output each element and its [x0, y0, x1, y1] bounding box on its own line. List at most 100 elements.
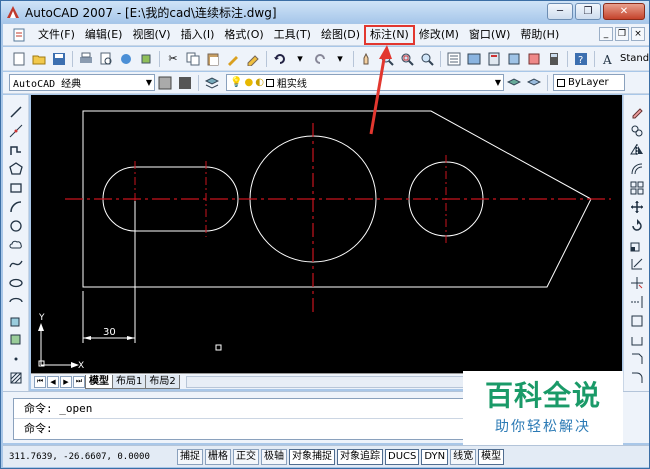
match-properties-icon[interactable] — [225, 51, 241, 67]
polyline-icon[interactable] — [7, 141, 25, 158]
layer-manager-icon[interactable] — [204, 75, 220, 91]
document-icon[interactable] — [11, 27, 27, 43]
command-prompt[interactable]: 命令: — [14, 418, 464, 437]
erase-icon[interactable] — [628, 103, 646, 120]
tab-layout1[interactable]: 布局1 — [112, 374, 147, 389]
ellipse-arc-icon[interactable] — [7, 293, 25, 310]
osnap-toggle[interactable]: 对象捕捉 — [289, 448, 335, 465]
drawing-minimize-button[interactable]: _ — [599, 27, 613, 41]
redo-icon[interactable] — [312, 51, 328, 67]
zoom-previous-icon[interactable] — [419, 51, 435, 67]
construction-line-icon[interactable] — [7, 122, 25, 139]
design-center-icon[interactable] — [466, 51, 482, 67]
text-style-combo[interactable]: Stand — [620, 53, 649, 64]
minimize-button[interactable]: ─ — [547, 3, 573, 20]
block-editor-icon[interactable] — [245, 51, 261, 67]
menu-window[interactable]: 窗口(W) — [464, 26, 515, 44]
workspace-settings-icon[interactable] — [157, 75, 173, 91]
text-style-icon[interactable]: A — [600, 51, 616, 67]
polar-toggle[interactable]: 极轴 — [261, 448, 287, 465]
chamfer-icon[interactable] — [628, 350, 646, 367]
menu-modify[interactable]: 修改(M) — [414, 26, 464, 44]
3d-dwf-icon[interactable] — [138, 51, 154, 67]
zoom-realtime-icon[interactable] — [379, 51, 395, 67]
arc-icon[interactable] — [7, 198, 25, 215]
trim-icon[interactable] — [628, 274, 646, 291]
last-tab-icon[interactable]: ⏭ — [73, 375, 85, 388]
markup-set-icon[interactable] — [526, 51, 542, 67]
copy-icon[interactable] — [185, 51, 201, 67]
otrack-toggle[interactable]: 对象追踪 — [337, 448, 383, 465]
extend-icon[interactable] — [628, 293, 646, 310]
layer-combo[interactable]: 💡 ● ◐ 粗实线 ▼ — [226, 74, 504, 91]
command-window[interactable]: 命令: _open 命令: — [13, 398, 465, 440]
paste-icon[interactable] — [205, 51, 221, 67]
fillet-icon[interactable] — [628, 369, 646, 386]
spline-icon[interactable] — [7, 255, 25, 272]
close-button[interactable]: ✕ — [603, 3, 645, 20]
offset-icon[interactable] — [628, 160, 646, 177]
mirror-icon[interactable] — [628, 141, 646, 158]
help-icon[interactable]: ? — [573, 51, 589, 67]
sheet-set-icon[interactable] — [506, 51, 522, 67]
menu-insert[interactable]: 插入(I) — [176, 26, 220, 44]
new-file-icon[interactable] — [11, 51, 27, 67]
make-block-icon[interactable] — [7, 331, 25, 348]
restore-button[interactable]: ❐ — [575, 3, 601, 20]
first-tab-icon[interactable]: ⏮ — [34, 375, 46, 388]
tab-model[interactable]: 模型 — [85, 374, 113, 389]
pan-icon[interactable] — [359, 51, 375, 67]
previous-tab-icon[interactable]: ◀ — [47, 375, 59, 388]
cut-icon[interactable]: ✂ — [165, 51, 181, 67]
lineweight-toggle[interactable]: 线宽 — [450, 448, 477, 465]
print-preview-icon[interactable] — [98, 51, 114, 67]
rectangle-icon[interactable] — [7, 179, 25, 196]
menu-help[interactable]: 帮助(H) — [515, 26, 564, 44]
calculator-icon[interactable] — [546, 51, 562, 67]
snap-toggle[interactable]: 捕捉 — [177, 448, 203, 465]
tool-palettes-icon[interactable] — [486, 51, 502, 67]
workspace-combo[interactable]: AutoCAD 经典 ▼ — [9, 74, 155, 91]
layer-previous-icon[interactable] — [526, 75, 542, 91]
move-icon[interactable] — [628, 198, 646, 215]
menu-format[interactable]: 格式(O) — [219, 26, 268, 44]
stretch-icon[interactable] — [628, 255, 646, 272]
menu-edit[interactable]: 编辑(E) — [80, 26, 128, 44]
undo-dropdown-icon[interactable]: ▾ — [292, 51, 308, 67]
rotate-icon[interactable] — [628, 217, 646, 234]
ortho-toggle[interactable]: 正交 — [233, 448, 259, 465]
ellipse-icon[interactable] — [7, 274, 25, 291]
drawing-restore-button[interactable]: ❐ — [615, 27, 629, 41]
grid-toggle[interactable]: 栅格 — [205, 448, 231, 465]
save-icon[interactable] — [51, 51, 67, 67]
array-icon[interactable] — [628, 179, 646, 196]
undo-icon[interactable] — [272, 51, 288, 67]
drawing-close-button[interactable]: × — [631, 27, 645, 41]
color-combo[interactable]: ByLayer — [553, 74, 625, 91]
menu-view[interactable]: 视图(V) — [127, 26, 175, 44]
menu-file[interactable]: 文件(F) — [33, 26, 80, 44]
open-folder-icon[interactable] — [31, 51, 47, 67]
make-current-layer-icon[interactable] — [506, 75, 522, 91]
polygon-icon[interactable] — [7, 160, 25, 177]
model-toggle[interactable]: 模型 — [478, 448, 505, 465]
redo-dropdown-icon[interactable]: ▾ — [332, 51, 348, 67]
break-icon[interactable] — [628, 312, 646, 329]
dyn-toggle[interactable]: DYN — [421, 448, 449, 465]
workspace-save-icon[interactable] — [177, 75, 193, 91]
scale-icon[interactable] — [628, 236, 646, 253]
drawing-canvas[interactable]: 30 Y X — [31, 95, 622, 373]
point-icon[interactable] — [7, 350, 25, 367]
menu-tools[interactable]: 工具(T) — [269, 26, 316, 44]
ducs-toggle[interactable]: DUCS — [385, 448, 420, 465]
copy-object-icon[interactable] — [628, 122, 646, 139]
tab-layout2[interactable]: 布局2 — [145, 374, 180, 389]
next-tab-icon[interactable]: ▶ — [60, 375, 72, 388]
insert-block-icon[interactable] — [7, 312, 25, 329]
circle-icon[interactable] — [7, 217, 25, 234]
publish-icon[interactable] — [118, 51, 134, 67]
hatch-icon[interactable] — [7, 369, 25, 386]
join-icon[interactable] — [628, 331, 646, 348]
print-icon[interactable] — [78, 51, 94, 67]
revision-cloud-icon[interactable] — [7, 236, 25, 253]
